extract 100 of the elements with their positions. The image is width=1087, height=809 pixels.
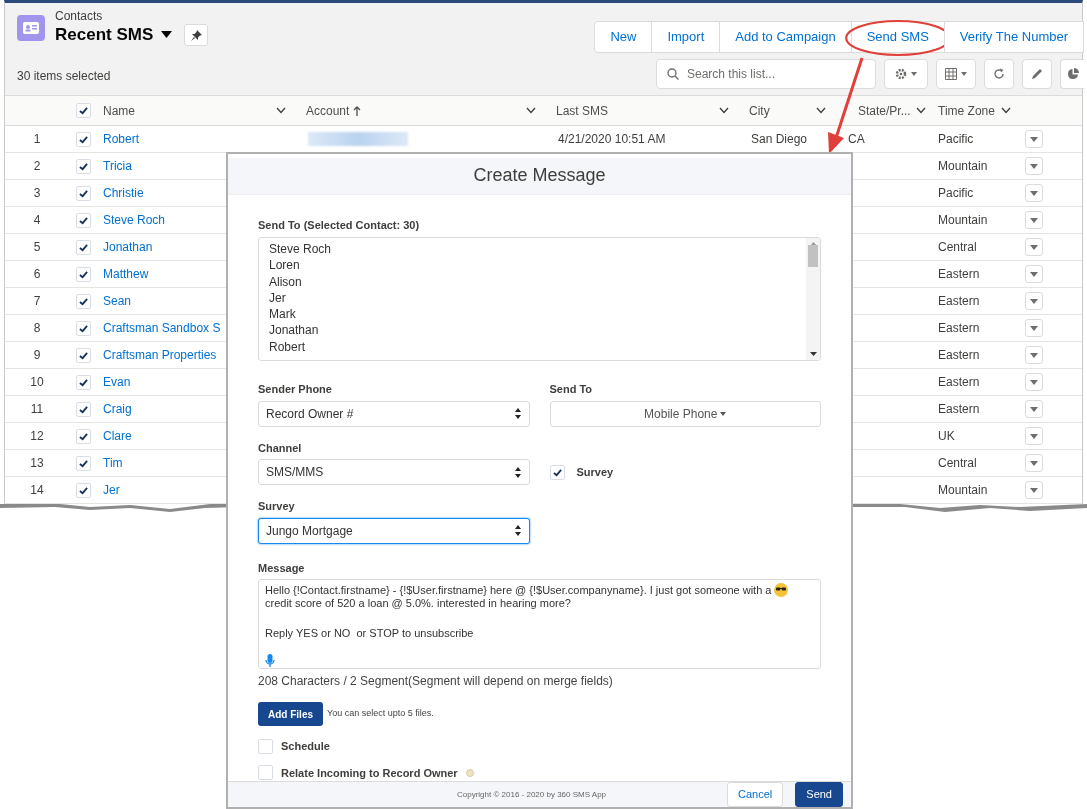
row-action-button[interactable] [1025, 292, 1043, 310]
row-action-button[interactable] [1025, 481, 1043, 499]
contact-link[interactable]: Clare [103, 427, 132, 445]
edit-button[interactable] [1022, 59, 1052, 89]
contact-link[interactable]: Christie [103, 184, 144, 202]
copyright-text: Copyright © 2016 - 2020 by 360 SMS App [455, 788, 608, 801]
table-icon [945, 68, 957, 80]
scroll-down-icon[interactable] [809, 352, 817, 356]
contact-link[interactable]: Sean [103, 292, 132, 310]
chevron-down-icon[interactable] [1000, 107, 1011, 114]
column-header[interactable]: Name [97, 96, 300, 125]
scrollbar[interactable] [806, 238, 820, 360]
contact-link[interactable]: Craftsman Properties [103, 346, 217, 364]
column-header[interactable]: Time Zone [930, 96, 1025, 125]
column-header[interactable]: State/Pr... [840, 96, 930, 125]
contact-link[interactable]: Craftsman Sandbox S [103, 319, 221, 337]
select-arrows-icon [513, 524, 522, 537]
row-checkbox[interactable] [75, 455, 91, 471]
row-checkbox[interactable] [75, 266, 91, 282]
row-action-button[interactable] [1025, 130, 1043, 148]
row-action-button[interactable] [1025, 157, 1043, 175]
contact-link[interactable]: Craig [103, 400, 132, 418]
refresh-icon [993, 68, 1005, 80]
column-header[interactable]: Last SMS [550, 96, 743, 125]
action-button[interactable]: New [594, 21, 653, 53]
row-action-button[interactable] [1025, 373, 1043, 391]
row-number: 9 [32, 347, 42, 364]
action-button[interactable]: Verify The Number [943, 21, 1084, 53]
chevron-down-icon[interactable] [276, 107, 286, 114]
add-files-button[interactable]: Add Files [258, 702, 323, 726]
row-checkbox[interactable] [75, 158, 91, 174]
chevron-down-icon[interactable] [816, 107, 826, 114]
row-checkbox[interactable] [75, 428, 91, 444]
caret-down-icon [1030, 271, 1038, 277]
contact-link[interactable]: Jer [103, 481, 120, 499]
search-icon [667, 68, 679, 80]
column-header[interactable]: Account [300, 96, 550, 125]
list-name[interactable]: Recent SMS [55, 24, 154, 46]
caret-down-icon[interactable] [161, 31, 173, 39]
contact-link[interactable]: Tricia [103, 157, 132, 175]
recipient-item[interactable]: Jonathan [269, 322, 806, 339]
row-checkbox[interactable] [75, 239, 91, 255]
chevron-down-icon[interactable] [916, 107, 926, 114]
row-action-button[interactable] [1025, 346, 1043, 364]
phone-type-dropdown[interactable]: Mobile Phone [549, 400, 821, 427]
select-field[interactable]: Jungo Mortgage [258, 517, 530, 544]
message-textarea[interactable] [258, 579, 821, 669]
contact-link[interactable]: Robert [103, 130, 140, 148]
chart-button[interactable] [1060, 59, 1084, 89]
contact-link[interactable]: Steve Roch [103, 211, 166, 229]
contact-link[interactable]: Evan [103, 373, 131, 391]
search-field[interactable]: Search this list... [656, 59, 876, 89]
chevron-down-icon[interactable] [719, 107, 729, 114]
display-as-button[interactable] [936, 59, 976, 89]
row-checkbox[interactable] [75, 131, 91, 147]
row-action-button[interactable] [1025, 211, 1043, 229]
row-number: 13 [29, 455, 45, 472]
contact-link[interactable]: Jonathan [103, 238, 153, 256]
row-action-button[interactable] [1025, 319, 1043, 337]
row-checkbox[interactable] [75, 185, 91, 201]
recipient-item[interactable]: Robert [269, 338, 806, 356]
row-checkbox[interactable] [75, 320, 91, 336]
select-field[interactable]: Record Owner # [258, 400, 530, 427]
option-checkbox[interactable] [258, 765, 273, 781]
column-header[interactable]: City [743, 96, 840, 125]
row-checkbox[interactable] [75, 482, 91, 498]
row-action-button[interactable] [1025, 427, 1043, 445]
contact-link[interactable]: Tim [103, 454, 123, 472]
action-button[interactable]: Import [651, 21, 721, 53]
select-field[interactable]: SMS/MMS [258, 459, 530, 485]
row-action-button[interactable] [1025, 454, 1043, 472]
row-checkbox[interactable] [75, 293, 91, 309]
select-all-checkbox[interactable] [75, 103, 91, 118]
recipient-item[interactable]: Mark [269, 306, 806, 323]
row-checkbox[interactable] [75, 401, 91, 417]
row-action-button[interactable] [1025, 400, 1043, 418]
row-checkbox[interactable] [75, 347, 91, 363]
chevron-down-icon[interactable] [526, 107, 536, 114]
send-button[interactable]: Send [795, 782, 843, 807]
refresh-button[interactable] [984, 59, 1014, 89]
recipient-item[interactable]: Loren [269, 257, 806, 274]
cancel-button[interactable]: Cancel [727, 782, 784, 807]
survey-checkbox[interactable] [549, 464, 565, 480]
row-checkbox[interactable] [75, 374, 91, 390]
recipient-item[interactable]: Steve Roch [269, 241, 806, 258]
settings-button[interactable] [884, 59, 928, 89]
recipient-list[interactable]: Steve Roch Loren Alison Jer Mark Jonathan Robert [258, 237, 821, 361]
option-checkbox[interactable] [258, 738, 273, 754]
row-action-button[interactable] [1025, 238, 1043, 256]
action-button[interactable]: Add to Campaign [719, 21, 852, 53]
scrollbar-thumb[interactable] [808, 245, 818, 267]
contact-link[interactable]: Matthew [103, 265, 149, 283]
row-checkbox[interactable] [75, 212, 91, 228]
recipient-item[interactable]: Jer [269, 289, 806, 307]
row-action-button[interactable] [1025, 184, 1043, 202]
microphone-icon[interactable] [265, 654, 275, 668]
pin-button[interactable] [184, 24, 209, 46]
row-action-button[interactable] [1025, 265, 1043, 283]
check-icon [78, 269, 88, 279]
recipient-item[interactable]: Alison [269, 273, 806, 290]
